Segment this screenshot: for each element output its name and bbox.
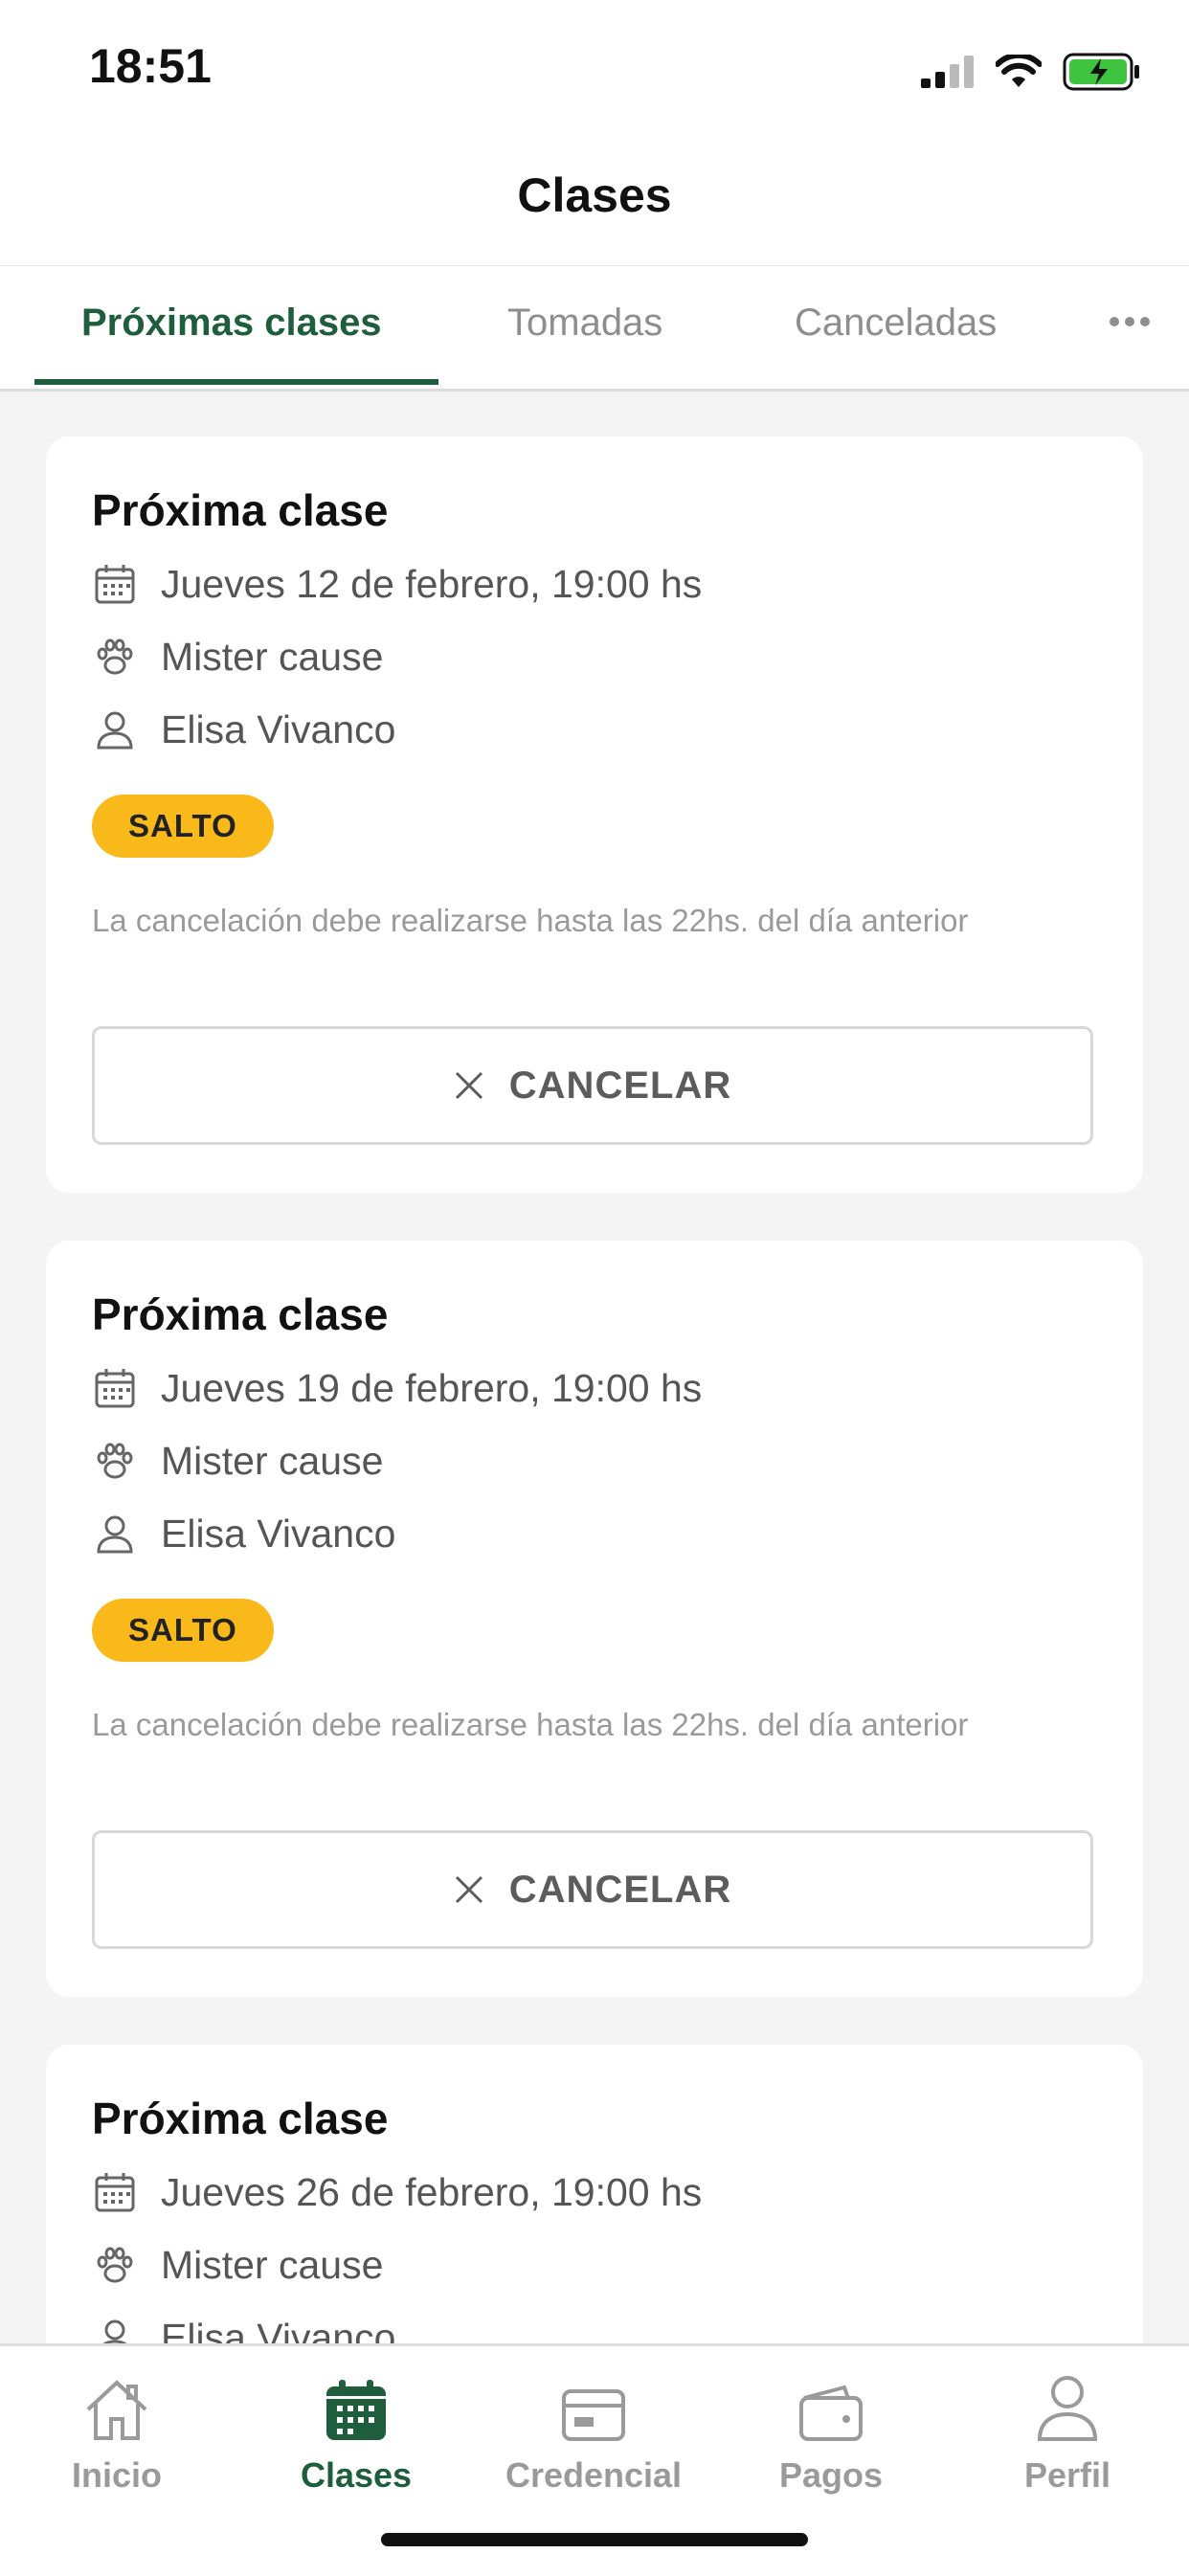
nav-item-perfil[interactable]: Perfil [962,2373,1173,2496]
class-card: Próxima clase Jueves 12 de febrero, 19:0… [46,437,1143,1193]
horse-name: Mister cause [161,634,384,679]
instructor-row: Elisa Vivanco [92,701,395,758]
tab-bar: Próximas clases Tomadas Canceladas [0,266,1189,392]
user-icon [92,706,138,752]
class-date: Jueves 26 de febrero, 19:00 hs [161,2169,703,2214]
cancellation-note: La cancelación debe realizarse hasta las… [92,1707,969,1742]
instructor-name: Elisa Vivanco [161,1511,396,1556]
nav-label: Clases [300,2455,413,2495]
card-icon [562,2389,625,2441]
signal-icon [921,56,974,88]
class-date: Jueves 19 de febrero, 19:00 hs [161,1365,703,1410]
wallet-icon [799,2385,863,2441]
top-bar: 18:51 Clases [0,0,1189,268]
tab-canceladas[interactable]: Canceladas [795,266,997,389]
nav-label: Credencial [505,2455,683,2495]
close-icon [455,1875,482,1904]
tab-proximas-clases[interactable]: Próximas clases [81,266,382,389]
wifi-icon [996,55,1042,87]
horse-name: Mister cause [161,1438,384,1483]
user-icon [1037,2376,1098,2441]
paw-icon [92,1438,138,1484]
calendar-icon [92,2169,138,2215]
nav-item-pagos[interactable]: Pagos [726,2373,936,2496]
status-time: 18:51 [89,39,212,93]
user-icon [92,2315,138,2343]
discipline-badge: SALTO [92,1599,274,1662]
card-title: Próxima clase [92,485,389,535]
date-row: Jueves 26 de febrero, 19:00 hs [92,2163,702,2221]
cancel-button[interactable]: CANCELAR [92,1830,1093,1949]
battery-icon [1063,53,1139,91]
nav-label: Perfil [1023,2455,1111,2495]
close-icon [455,1071,482,1100]
calendar-icon [326,2380,386,2440]
card-title: Próxima clase [92,2094,389,2143]
date-row: Jueves 19 de febrero, 19:00 hs [92,1359,702,1417]
calendar-icon [92,561,138,607]
nav-item-credencial[interactable]: Credencial [488,2373,699,2496]
cancel-button-label: CANCELAR [508,1064,732,1107]
class-card: Próxima clase Jueves 19 de febrero, 19:0… [46,1241,1143,1997]
instructor-row: Elisa Vivanco [92,1505,395,1562]
nav-item-inicio[interactable]: Inicio [11,2373,222,2496]
horse-row: Mister cause [92,628,383,685]
instructor-name: Elisa Vivanco [161,2315,396,2344]
paw-icon [92,2242,138,2288]
calendar-icon [92,1365,138,1411]
user-icon [92,1511,138,1557]
cancellation-note: La cancelación debe realizarse hasta las… [92,903,969,938]
cancel-button[interactable]: CANCELAR [92,1026,1093,1145]
instructor-name: Elisa Vivanco [161,706,396,751]
class-date: Jueves 12 de febrero, 19:00 hs [161,561,703,606]
status-icons [921,48,1141,96]
paw-icon [92,634,138,680]
card-title: Próxima clase [92,1289,389,1339]
horse-row: Mister cause [92,2236,383,2294]
nav-label: Inicio [71,2455,162,2495]
nav-label: Pagos [778,2455,884,2495]
active-tab-indicator [34,379,438,385]
horse-row: Mister cause [92,1432,383,1490]
tab-tomadas[interactable]: Tomadas [507,266,662,389]
classes-list[interactable]: Próxima clase Jueves 12 de febrero, 19:0… [0,391,1189,2343]
cancel-button-label: CANCELAR [508,1868,732,1911]
class-card: Próxima clase Jueves 26 de febrero, 19:0… [46,2045,1143,2343]
ellipsis-icon[interactable] [1109,316,1151,327]
nav-item-clases[interactable]: Clases [251,2373,461,2496]
date-row: Jueves 12 de febrero, 19:00 hs [92,555,702,613]
discipline-badge: SALTO [92,795,274,858]
home-icon [86,2380,147,2440]
home-indicator [381,2533,808,2546]
horse-name: Mister cause [161,2242,384,2287]
instructor-row: Elisa Vivanco [92,2309,395,2343]
page-title: Clases [517,168,672,222]
